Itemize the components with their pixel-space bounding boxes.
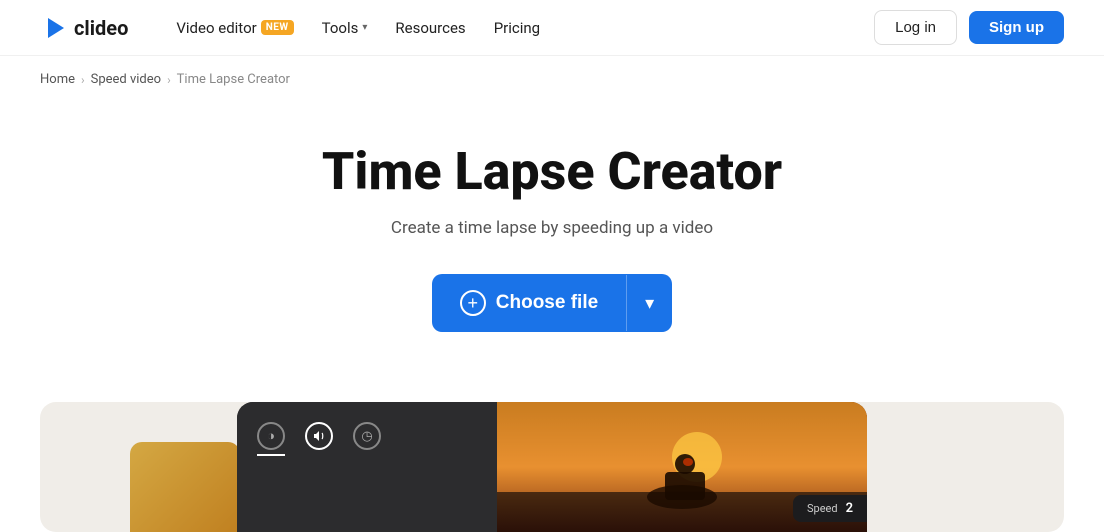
logo[interactable]: clideo (40, 14, 128, 42)
breadcrumb-current: Time Lapse Creator (177, 72, 290, 87)
nav-pricing[interactable]: Pricing (482, 13, 552, 43)
nav-resources-label: Resources (395, 19, 465, 37)
nav-resources[interactable]: Resources (383, 13, 477, 43)
breadcrumb: Home › Speed video › Time Lapse Creator (0, 56, 1104, 103)
hero-section: Time Lapse Creator Create a time lapse b… (0, 103, 1104, 402)
preview-background: ◑ ◷ (40, 402, 1064, 532)
nav-tools[interactable]: Tools ▾ (310, 13, 380, 43)
breadcrumb-sep-1: › (81, 73, 85, 87)
choose-file-main: + Choose file (432, 274, 626, 332)
speed-overlay: Speed 2 (793, 495, 867, 522)
nav-video-editor-label: Video editor (176, 19, 256, 37)
main-nav: Video editor NEW Tools ▾ Resources Prici… (164, 13, 874, 43)
choose-file-button[interactable]: + Choose file ▾ (432, 274, 672, 332)
login-button[interactable]: Log in (874, 10, 957, 45)
choose-file-dropdown[interactable]: ▾ (627, 293, 672, 314)
chevron-down-icon: ▾ (362, 22, 367, 33)
logo-icon (40, 14, 68, 42)
header: clideo Video editor NEW Tools ▾ Resource… (0, 0, 1104, 56)
page-title: Time Lapse Creator (20, 143, 1084, 200)
speed-value: 2 (846, 501, 853, 516)
timer-icon: ◷ (353, 422, 381, 450)
signup-button[interactable]: Sign up (969, 11, 1064, 44)
nav-new-badge: NEW (261, 20, 294, 35)
speed-label: Speed (807, 502, 838, 515)
nav-pricing-label: Pricing (494, 19, 540, 37)
choose-file-container: + Choose file ▾ (20, 274, 1084, 332)
breadcrumb-sep-2: › (167, 73, 171, 87)
header-actions: Log in Sign up (874, 10, 1064, 45)
device-left-panel: ◑ ◷ (237, 402, 497, 532)
breadcrumb-speed-video[interactable]: Speed video (91, 72, 161, 87)
golden-card (130, 442, 240, 532)
brightness-icon: ◑ (257, 422, 285, 450)
chevron-down-icon: ▾ (645, 293, 654, 314)
nav-video-editor[interactable]: Video editor NEW (164, 13, 305, 43)
active-underline (257, 454, 285, 456)
logo-text: clideo (74, 16, 128, 40)
device-mockup: ◑ ◷ (237, 402, 867, 532)
volume-icon (305, 422, 333, 450)
hero-subtitle: Create a time lapse by speeding up a vid… (20, 218, 1084, 238)
choose-file-label: Choose file (496, 292, 598, 314)
preview-section: ◑ ◷ (0, 402, 1104, 532)
nav-tools-label: Tools (322, 19, 359, 37)
breadcrumb-home[interactable]: Home (40, 72, 75, 87)
device-icons-row: ◑ ◷ (257, 422, 381, 450)
plus-icon: + (460, 290, 486, 316)
device-right-panel: Speed 2 (497, 402, 867, 532)
